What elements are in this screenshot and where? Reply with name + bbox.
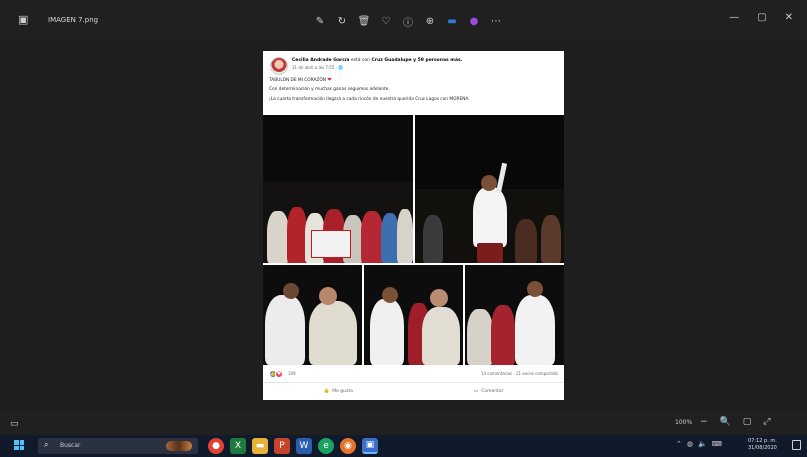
zoom-tools: − 🔍 ▢ ⤢ [700,417,770,427]
fit-icon[interactable]: ▢ [743,417,752,427]
chrome-icon[interactable]: ● [208,438,224,454]
reaction-icons[interactable]: 👍 ♥ [269,370,283,378]
clock[interactable]: 07:12 p. m. 31/08/2020 [748,438,777,452]
volume-icon[interactable]: 🔈 [698,440,707,448]
window-title: IMAGEN 7.png [48,16,99,24]
post-header: Cecilia Andrade García está con Cruz Gua… [263,51,564,115]
post-actions: 👍 Me gusta ▭ Comentar [263,383,564,400]
chevron-up-icon[interactable]: ⌃ [676,440,682,448]
comment-label: Comentar [481,389,504,394]
reactions-bar: 👍 ♥ 109 14 comentarios · 21 veces compar… [263,365,564,383]
like-button[interactable]: 👍 Me gusta [263,383,414,400]
info-icon[interactable]: ⓘ [400,13,416,29]
photo-greeting-1[interactable] [263,265,362,365]
folder-icon[interactable]: ▬ [444,13,460,29]
photo-greeting-3[interactable] [465,265,564,365]
delete-icon[interactable]: 🗑 [356,13,372,29]
notifications-icon[interactable] [792,440,801,450]
excel-icon[interactable]: X [230,438,246,454]
post-line-2: Con determinación y muchas ganas seguimo… [269,87,390,92]
zoom-in-icon[interactable]: 🔍 [720,417,731,427]
gallery-icon[interactable]: ▣ [18,14,28,26]
comments-shares[interactable]: 14 comentarios · 21 veces compartido [481,371,558,376]
edge-icon[interactable]: e [318,438,334,454]
title-bar: ▣ IMAGEN 7.png ✎ ↻ 🗑 ♡ ⓘ ⊕ ▬ ● ⋯ — ▢ ✕ [0,0,807,40]
avatar[interactable] [270,57,288,75]
search-highlight-icon [166,441,192,451]
photos-app-icon[interactable]: ▣ [362,438,378,454]
rotate-icon[interactable]: ↻ [334,13,350,29]
app-icon[interactable]: ● [466,13,482,29]
like-label: Me gusta [332,389,353,394]
like-icon: 👍 [323,389,330,394]
share-icon[interactable]: ⊕ [422,13,438,29]
photo-speaker[interactable] [415,115,564,263]
post-meta: 31 de abril a las 7:55 · 🌐 [292,65,344,70]
edit-icon[interactable]: ✎ [312,13,328,29]
viewer-bottom-bar: ▭ 100% − 🔍 ▢ ⤢ [0,412,807,435]
viewer-toolbar: ✎ ↻ 🗑 ♡ ⓘ ⊕ ▬ ● ⋯ [312,13,504,29]
maximize-icon[interactable]: ▢ [757,12,766,23]
photo-grid [263,115,564,365]
minimize-icon[interactable]: — [729,12,739,23]
photo-crowd[interactable] [263,115,413,263]
taskbar-apps: ● X ▬ P W e ◉ ▣ [208,438,378,454]
search-placeholder: Buscar [60,442,81,449]
word-icon[interactable]: W [296,438,312,454]
zoom-out-icon[interactable]: − [700,417,708,427]
post-author[interactable]: Cecilia Andrade García [292,58,349,63]
facebook-post: Cecilia Andrade García está con Cruz Gua… [263,51,564,400]
firefox-icon[interactable]: ◉ [340,438,356,454]
clock-time: 07:12 p. m. [748,438,777,444]
network-icon[interactable]: ◍ [687,440,693,448]
search-icon: ⌕ [44,440,49,449]
post-author-line: Cecilia Andrade García está con Cruz Gua… [292,58,462,63]
filmstrip-icon[interactable]: ▭ [10,419,19,429]
more-icon[interactable]: ⋯ [488,13,504,29]
start-button[interactable] [14,440,24,450]
fullscreen-icon[interactable]: ⤢ [763,417,770,427]
comment-icon: ▭ [473,389,479,394]
with-text: está con [350,58,371,63]
system-tray: ⌃ ◍ 🔈 ⌨ [676,440,722,448]
heart-icon: ❤ [327,77,332,83]
favorite-icon[interactable]: ♡ [378,13,394,29]
reactions-count[interactable]: 109 [288,371,296,376]
comment-button[interactable]: ▭ Comentar [414,383,565,400]
taskbar: ⌕ Buscar ● X ▬ P W e ◉ ▣ ⌃ ◍ 🔈 ⌨ 07:12 p… [0,435,807,457]
post-line-3: ¡La cuarta transformación llegará a cada… [269,97,470,102]
clock-date: 31/08/2020 [748,445,777,451]
search-input[interactable]: ⌕ Buscar [38,438,198,454]
keyboard-icon[interactable]: ⌨ [712,440,722,448]
love-reaction-icon: ♥ [275,370,283,378]
window-controls: — ▢ ✕ [729,12,793,23]
post-line-1: TABULÓN DE MI CORAZÓN ❤ [269,77,332,83]
file-explorer-icon[interactable]: ▬ [252,438,268,454]
close-icon[interactable]: ✕ [785,12,793,23]
tagged-people[interactable]: Cruz Guadalupe y 59 personas más. [371,58,462,63]
photo-greeting-2[interactable] [364,265,463,365]
zoom-level[interactable]: 100% [675,419,692,426]
photo-viewer-window: ▣ IMAGEN 7.png ✎ ↻ 🗑 ♡ ⓘ ⊕ ▬ ● ⋯ — ▢ ✕ C… [0,0,807,435]
powerpoint-icon[interactable]: P [274,438,290,454]
